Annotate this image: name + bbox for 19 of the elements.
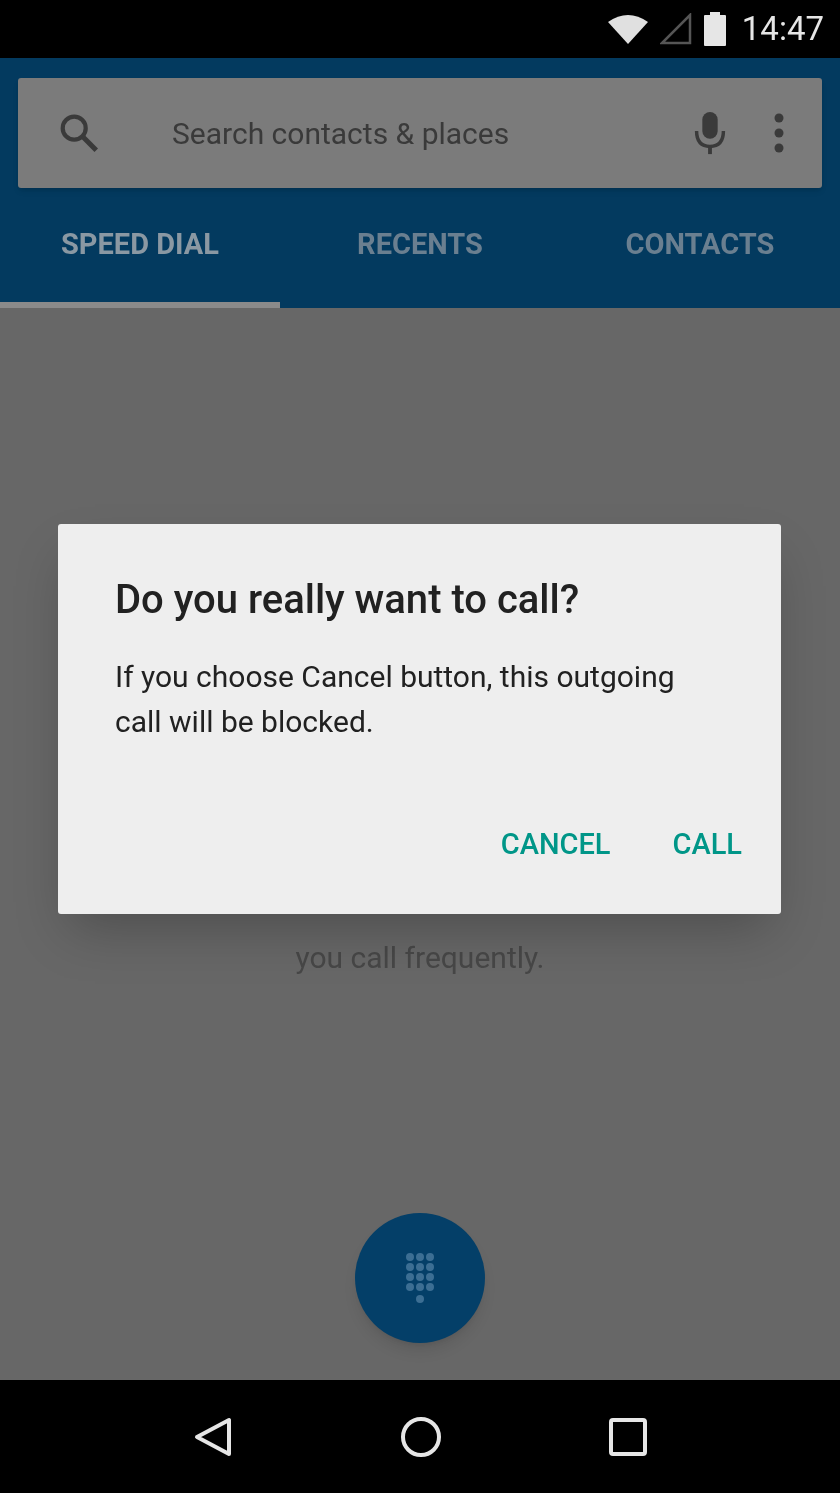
more-options-icon[interactable] [774,113,784,153]
tab[interactable]: CONTACTS [560,188,840,308]
signal-icon [659,13,692,45]
tab[interactable]: SPEED DIAL [0,188,280,308]
microphone-icon[interactable] [692,110,728,156]
dialog-action[interactable]: CALL [650,812,764,876]
dialog-title: Do you really want to call? [115,575,581,625]
wifi-icon [607,14,648,44]
tab[interactable]: RECENTS [280,188,560,308]
dialog-message: If you choose Cancel button, this outgoing call will be blocked. [115,658,675,741]
search-input[interactable]: Search contacts & places [172,110,692,156]
back-icon[interactable] [193,1416,234,1457]
battery-icon [703,12,726,46]
recents-icon[interactable] [608,1417,647,1456]
search-field[interactable]: Search contacts & places [18,78,822,188]
dialog-action[interactable]: CANCEL [478,812,633,876]
clock: 14:47 [741,8,824,51]
dialpad-icon [405,1252,435,1304]
home-icon[interactable] [400,1415,442,1458]
